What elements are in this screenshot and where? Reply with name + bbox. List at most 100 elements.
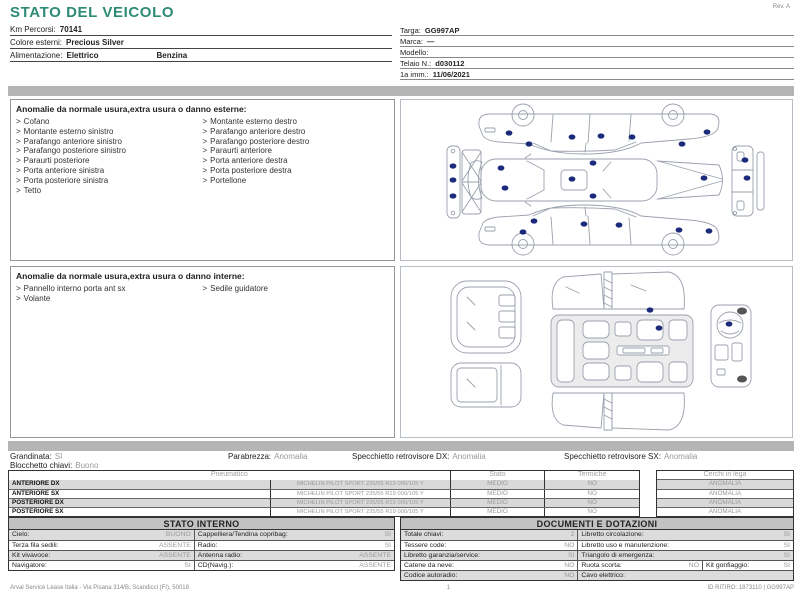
tire-termiche: NO bbox=[544, 480, 639, 489]
anomaly-label: Paraurti anteriore bbox=[210, 146, 272, 156]
rear-seat-view bbox=[450, 280, 522, 354]
field-value: ASSENTE bbox=[159, 552, 191, 559]
tire-table: Pneumatico Stato Termiche ANTERIORE DX M… bbox=[8, 470, 640, 517]
bullet-gt: > bbox=[202, 156, 208, 166]
anomaly-label: Parafango posteriore sinistro bbox=[23, 146, 126, 156]
table-row: Navigatore: SI CD(Navig.): ASSENTE bbox=[9, 560, 394, 570]
field-label: Cappelliera/Tendina copribag: bbox=[197, 531, 288, 538]
interior-anomalies-box: Anomalie da normale usura,extra usura o … bbox=[10, 266, 395, 438]
summary-item: Blocchetto chiavi: Buono bbox=[10, 461, 98, 470]
info-label: 1a imm.: bbox=[400, 70, 429, 79]
tire-stato: MEDIO bbox=[449, 499, 545, 507]
anomaly-item: > Portellone bbox=[203, 176, 390, 186]
field-label: Libretto circolazione: bbox=[581, 531, 644, 538]
summary-item: Grandinata: SI bbox=[10, 452, 228, 461]
anomaly-item: > Porta anteriore sinistra bbox=[16, 166, 203, 176]
field-label: Terza fila sedili: bbox=[12, 542, 59, 549]
tire-position: POSTERIORE DX bbox=[12, 499, 64, 506]
tire-position: ANTERIORE SX bbox=[12, 490, 60, 497]
interior-anomalies-col2: > Sedile guidatore bbox=[203, 284, 390, 304]
dashboard-view bbox=[710, 304, 752, 388]
field-label: CD(Navig.): bbox=[197, 562, 234, 569]
exterior-damage-dots bbox=[449, 129, 751, 235]
tire-stato: MEDIO bbox=[449, 480, 545, 489]
tire-position: ANTERIORE DX bbox=[12, 480, 60, 487]
bullet-gt: > bbox=[202, 117, 208, 126]
anomaly-item: > Sedile guidatore bbox=[203, 284, 390, 294]
info-row: 1a imm.: 11/06/2021 bbox=[400, 69, 794, 80]
field-value: NO bbox=[688, 562, 699, 569]
field-value: SI bbox=[783, 562, 790, 569]
cerchi-value: ANOMALIA bbox=[657, 480, 793, 489]
anomaly-item: > Porta anteriore destra bbox=[203, 156, 390, 166]
field-value: SI bbox=[384, 542, 391, 549]
tire-row: POSTERIORE DX MICHELIN PILOT SPORT 235/5… bbox=[9, 498, 639, 507]
anomaly-label: Montante esterno destro bbox=[210, 117, 297, 126]
field-value: SI bbox=[783, 542, 790, 549]
tire-position: POSTERIORE SX bbox=[12, 508, 64, 515]
field-value: SI bbox=[783, 531, 790, 538]
anomaly-item: > Parafango anteriore destro bbox=[203, 127, 390, 137]
field-value: NO bbox=[564, 572, 575, 579]
tire-table-header: Pneumatico Stato Termiche bbox=[9, 471, 639, 480]
field-label: Libretto garanzia/service: bbox=[404, 552, 480, 559]
anomaly-item: > Porta posteriore sinistra bbox=[16, 176, 203, 186]
anomaly-label: Paraurti posteriore bbox=[23, 156, 90, 166]
info-row: Alimentazione: Elettrico Benzina bbox=[10, 49, 392, 62]
table-row: Totale chiavi: 2 Libretto circolazione: SI bbox=[401, 530, 793, 540]
table-row: Terza fila sedili: ASSENTE Radio: SI bbox=[9, 540, 394, 550]
bullet-gt: > bbox=[16, 284, 21, 293]
anomaly-item: > Parafango posteriore destro bbox=[203, 137, 390, 147]
field-value: SI bbox=[384, 531, 391, 538]
field-value: 2 bbox=[570, 531, 575, 538]
field-label: Triangolo di emergenza: bbox=[581, 552, 655, 559]
anomaly-label: Porta posteriore sinistra bbox=[23, 175, 109, 185]
info-label: Marca: bbox=[400, 37, 423, 46]
tire-termiche: NO bbox=[544, 490, 639, 498]
header-cerchi: Cerchi in lega bbox=[657, 471, 793, 480]
field-value: SI bbox=[184, 562, 191, 569]
info-value: 70141 bbox=[59, 25, 83, 34]
anomaly-label: Tetto bbox=[23, 185, 42, 195]
bullet-gt: > bbox=[16, 126, 21, 136]
vehicle-info-left: Km Percorsi: 70141 Colore esterni: Preci… bbox=[10, 23, 392, 62]
tire-stato: MEDIO bbox=[449, 508, 545, 516]
section-divider-bar bbox=[8, 86, 794, 96]
anomaly-label: Portellone bbox=[210, 175, 247, 185]
vehicle-status-report: STATO DEL VEICOLO Rev. A Km Percorsi: 70… bbox=[0, 0, 800, 600]
field-label: Totale chiavi: bbox=[404, 531, 444, 538]
summary-value: Buono bbox=[75, 461, 99, 470]
tire-spec: MICHELIN PILOT SPORT 235/55 R19 000/105 … bbox=[270, 508, 449, 516]
anomaly-label: Cofano bbox=[23, 117, 50, 126]
anomaly-label: Parafango anteriore destro bbox=[210, 126, 306, 136]
bullet-gt: > bbox=[16, 185, 21, 195]
anomaly-label: Porta anteriore destra bbox=[210, 156, 288, 166]
revision-label: Rev. A bbox=[772, 4, 790, 10]
field-value: BUONO bbox=[165, 531, 191, 538]
bullet-gt: > bbox=[16, 136, 21, 146]
footer-id: ID RITIRO: 1873110 | GG997AP bbox=[707, 585, 794, 591]
documenti-table: DOCUMENTI E DOTAZIONI Totale chiavi: 2 Li… bbox=[400, 517, 794, 581]
field-label: Radio: bbox=[197, 542, 218, 549]
exterior-anomalies-box: Anomalie da normale usura,extra usura o … bbox=[10, 99, 395, 261]
info-row: Km Percorsi: 70141 bbox=[10, 23, 392, 36]
tire-row: POSTERIORE SX MICHELIN PILOT SPORT 235/5… bbox=[9, 507, 639, 516]
info-row: Telaio N.: d030112 bbox=[400, 58, 794, 69]
car-interior-diagram bbox=[450, 271, 752, 431]
tire-spec: MICHELIN PILOT SPORT 235/55 R19 000/105 … bbox=[270, 490, 449, 498]
info-value: — bbox=[426, 37, 435, 46]
anomaly-item: > Tetto bbox=[16, 186, 203, 196]
anomaly-label: Montante esterno sinistro bbox=[23, 126, 114, 136]
summary-item: Specchietto retrovisore DX: Anomalia bbox=[352, 452, 564, 461]
anomaly-item: > Paraurti posteriore bbox=[16, 156, 203, 166]
info-value: Precious Silver bbox=[66, 38, 124, 47]
summary-item: Parabrezza: Anomalia bbox=[228, 452, 352, 461]
anomaly-item: > Montante esterno sinistro bbox=[16, 127, 203, 137]
table-row: Tessere code: NO Libretto uso e manutenzi… bbox=[401, 540, 793, 550]
field-label: Kit gonfiaggio: bbox=[706, 562, 750, 569]
summary-label: Parabrezza: bbox=[228, 452, 272, 461]
cerchi-value: ANOMALIA bbox=[657, 507, 793, 516]
bullet-gt: > bbox=[16, 293, 21, 303]
section-divider-bar bbox=[8, 441, 794, 451]
field-label: Codice autoradio: bbox=[404, 572, 458, 579]
